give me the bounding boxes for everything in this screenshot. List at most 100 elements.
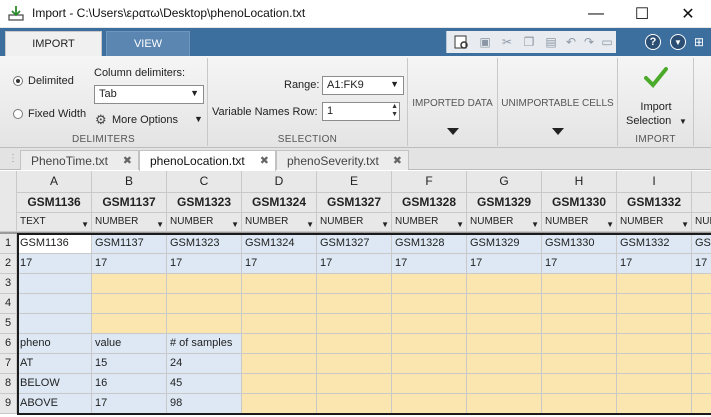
save-icon[interactable]: ▣ [477, 34, 493, 50]
column-type-dropdown[interactable]: NUMBER ▼ [167, 213, 242, 232]
table-cell[interactable] [392, 394, 467, 414]
table-cell[interactable] [467, 294, 542, 314]
tab-view[interactable]: VIEW [106, 31, 190, 56]
table-cell[interactable] [617, 314, 692, 334]
column-name[interactable]: GSM1330 [542, 193, 617, 213]
table-cell[interactable] [17, 314, 92, 334]
table-cell[interactable] [242, 274, 317, 294]
table-cell[interactable] [242, 394, 317, 414]
table-cell[interactable] [242, 354, 317, 374]
table-cell[interactable] [467, 354, 542, 374]
expand-icon[interactable]: ⊞ [691, 34, 707, 50]
table-cell[interactable]: 17 [692, 254, 711, 274]
table-cell[interactable] [542, 354, 617, 374]
spinner-arrows-icon[interactable]: ▲ ▼ [391, 103, 398, 119]
column-delimiters-dropdown[interactable]: Tab ▼ [94, 85, 204, 104]
table-cell[interactable] [392, 354, 467, 374]
doc-tab-phenolocation[interactable]: phenoLocation.txt ✖ [139, 150, 276, 171]
table-cell[interactable] [542, 294, 617, 314]
imported-data-section[interactable]: IMPORTED DATA [408, 58, 498, 146]
table-cell[interactable] [467, 274, 542, 294]
column-name[interactable]: GSM1 [692, 193, 711, 213]
table-cell[interactable] [317, 334, 392, 354]
table-cell[interactable] [617, 394, 692, 414]
table-cell[interactable]: 17 [317, 254, 392, 274]
table-cell[interactable] [392, 334, 467, 354]
table-cell[interactable] [617, 274, 692, 294]
minimize-button[interactable]: — [573, 0, 619, 28]
column-name[interactable]: GSM1329 [467, 193, 542, 213]
doc-tab-phenoseverity[interactable]: phenoSeverity.txt ✖ [276, 150, 409, 170]
table-cell[interactable] [692, 354, 711, 374]
table-cell[interactable] [692, 394, 711, 414]
table-cell[interactable] [542, 334, 617, 354]
range-dropdown[interactable]: A1:FK9 ▼ [322, 76, 404, 95]
table-cell[interactable] [317, 394, 392, 414]
close-tab-icon[interactable]: ✖ [260, 154, 269, 167]
column-type-dropdown[interactable]: NUMBER ▼ [542, 213, 617, 232]
copy-icon[interactable]: ❐ [521, 34, 537, 50]
table-cell[interactable] [617, 334, 692, 354]
import-selection-button[interactable]: Import Selection ▼ [620, 62, 692, 130]
table-cell[interactable] [467, 334, 542, 354]
table-cell[interactable] [692, 314, 711, 334]
close-tab-icon[interactable]: ✖ [393, 154, 402, 167]
column-type-dropdown[interactable]: NUMBER ▼ [242, 213, 317, 232]
table-cell[interactable] [542, 394, 617, 414]
table-cell[interactable] [692, 374, 711, 394]
collapse-ribbon-icon[interactable]: ▼ [670, 34, 686, 50]
paste-icon[interactable]: ▤ [543, 34, 559, 50]
unimportable-cells-section[interactable]: UNIMPORTABLE CELLS [498, 58, 618, 146]
delimited-radio[interactable] [13, 76, 23, 86]
table-cell[interactable] [617, 294, 692, 314]
table-cell[interactable]: GSM1323 [167, 234, 242, 254]
table-cell[interactable] [167, 294, 242, 314]
table-cell[interactable] [242, 314, 317, 334]
table-cell[interactable] [542, 274, 617, 294]
table-cell[interactable]: GSM1332 [617, 234, 692, 254]
table-cell[interactable]: BELOW [17, 374, 92, 394]
print-preview-icon[interactable] [453, 34, 469, 50]
maximize-button[interactable]: ☐ [619, 0, 665, 28]
table-cell[interactable]: 98 [167, 394, 242, 414]
column-type-dropdown[interactable]: TEXT ▼ [17, 213, 92, 232]
table-cell[interactable]: 17 [542, 254, 617, 274]
table-cell[interactable]: 17 [167, 254, 242, 274]
table-cell[interactable]: 15 [92, 354, 167, 374]
table-cell[interactable]: 17 [467, 254, 542, 274]
table-cell[interactable]: 17 [92, 394, 167, 414]
table-cell[interactable] [317, 374, 392, 394]
table-cell[interactable] [92, 314, 167, 334]
column-name[interactable]: GSM1323 [167, 193, 242, 213]
column-name[interactable]: GSM1137 [92, 193, 167, 213]
table-cell[interactable]: GSM1330 [542, 234, 617, 254]
tab-import[interactable]: IMPORT [5, 31, 102, 56]
table-cell[interactable] [617, 354, 692, 374]
column-name[interactable]: GSM1328 [392, 193, 467, 213]
variable-names-row-spinner[interactable]: 1 ▲ ▼ [322, 102, 400, 121]
table-cell[interactable] [92, 294, 167, 314]
column-name[interactable]: GSM1327 [317, 193, 392, 213]
close-tab-icon[interactable]: ✖ [123, 154, 132, 167]
cut-icon[interactable]: ✂ [499, 34, 515, 50]
table-cell[interactable] [692, 274, 711, 294]
table-cell[interactable] [392, 274, 467, 294]
table-cell[interactable]: 17 [17, 254, 92, 274]
table-cell[interactable] [467, 394, 542, 414]
table-cell[interactable] [317, 294, 392, 314]
help-icon[interactable]: ? [645, 34, 661, 50]
column-name[interactable]: GSM1324 [242, 193, 317, 213]
table-cell[interactable] [92, 274, 167, 294]
table-cell[interactable]: GSM1324 [242, 234, 317, 254]
column-type-dropdown[interactable]: NUMBER ▼ [92, 213, 167, 232]
redo-icon[interactable]: ↷ [581, 34, 597, 50]
table-cell[interactable]: GSM1136 [17, 234, 92, 254]
table-cell[interactable] [242, 334, 317, 354]
table-cell[interactable]: AT [17, 354, 92, 374]
table-cell[interactable] [392, 374, 467, 394]
fixed-width-radio[interactable] [13, 109, 23, 119]
switch-windows-icon[interactable]: ▭ [599, 34, 615, 50]
table-cell[interactable]: 17 [92, 254, 167, 274]
table-cell[interactable] [167, 274, 242, 294]
table-cell[interactable]: 45 [167, 374, 242, 394]
